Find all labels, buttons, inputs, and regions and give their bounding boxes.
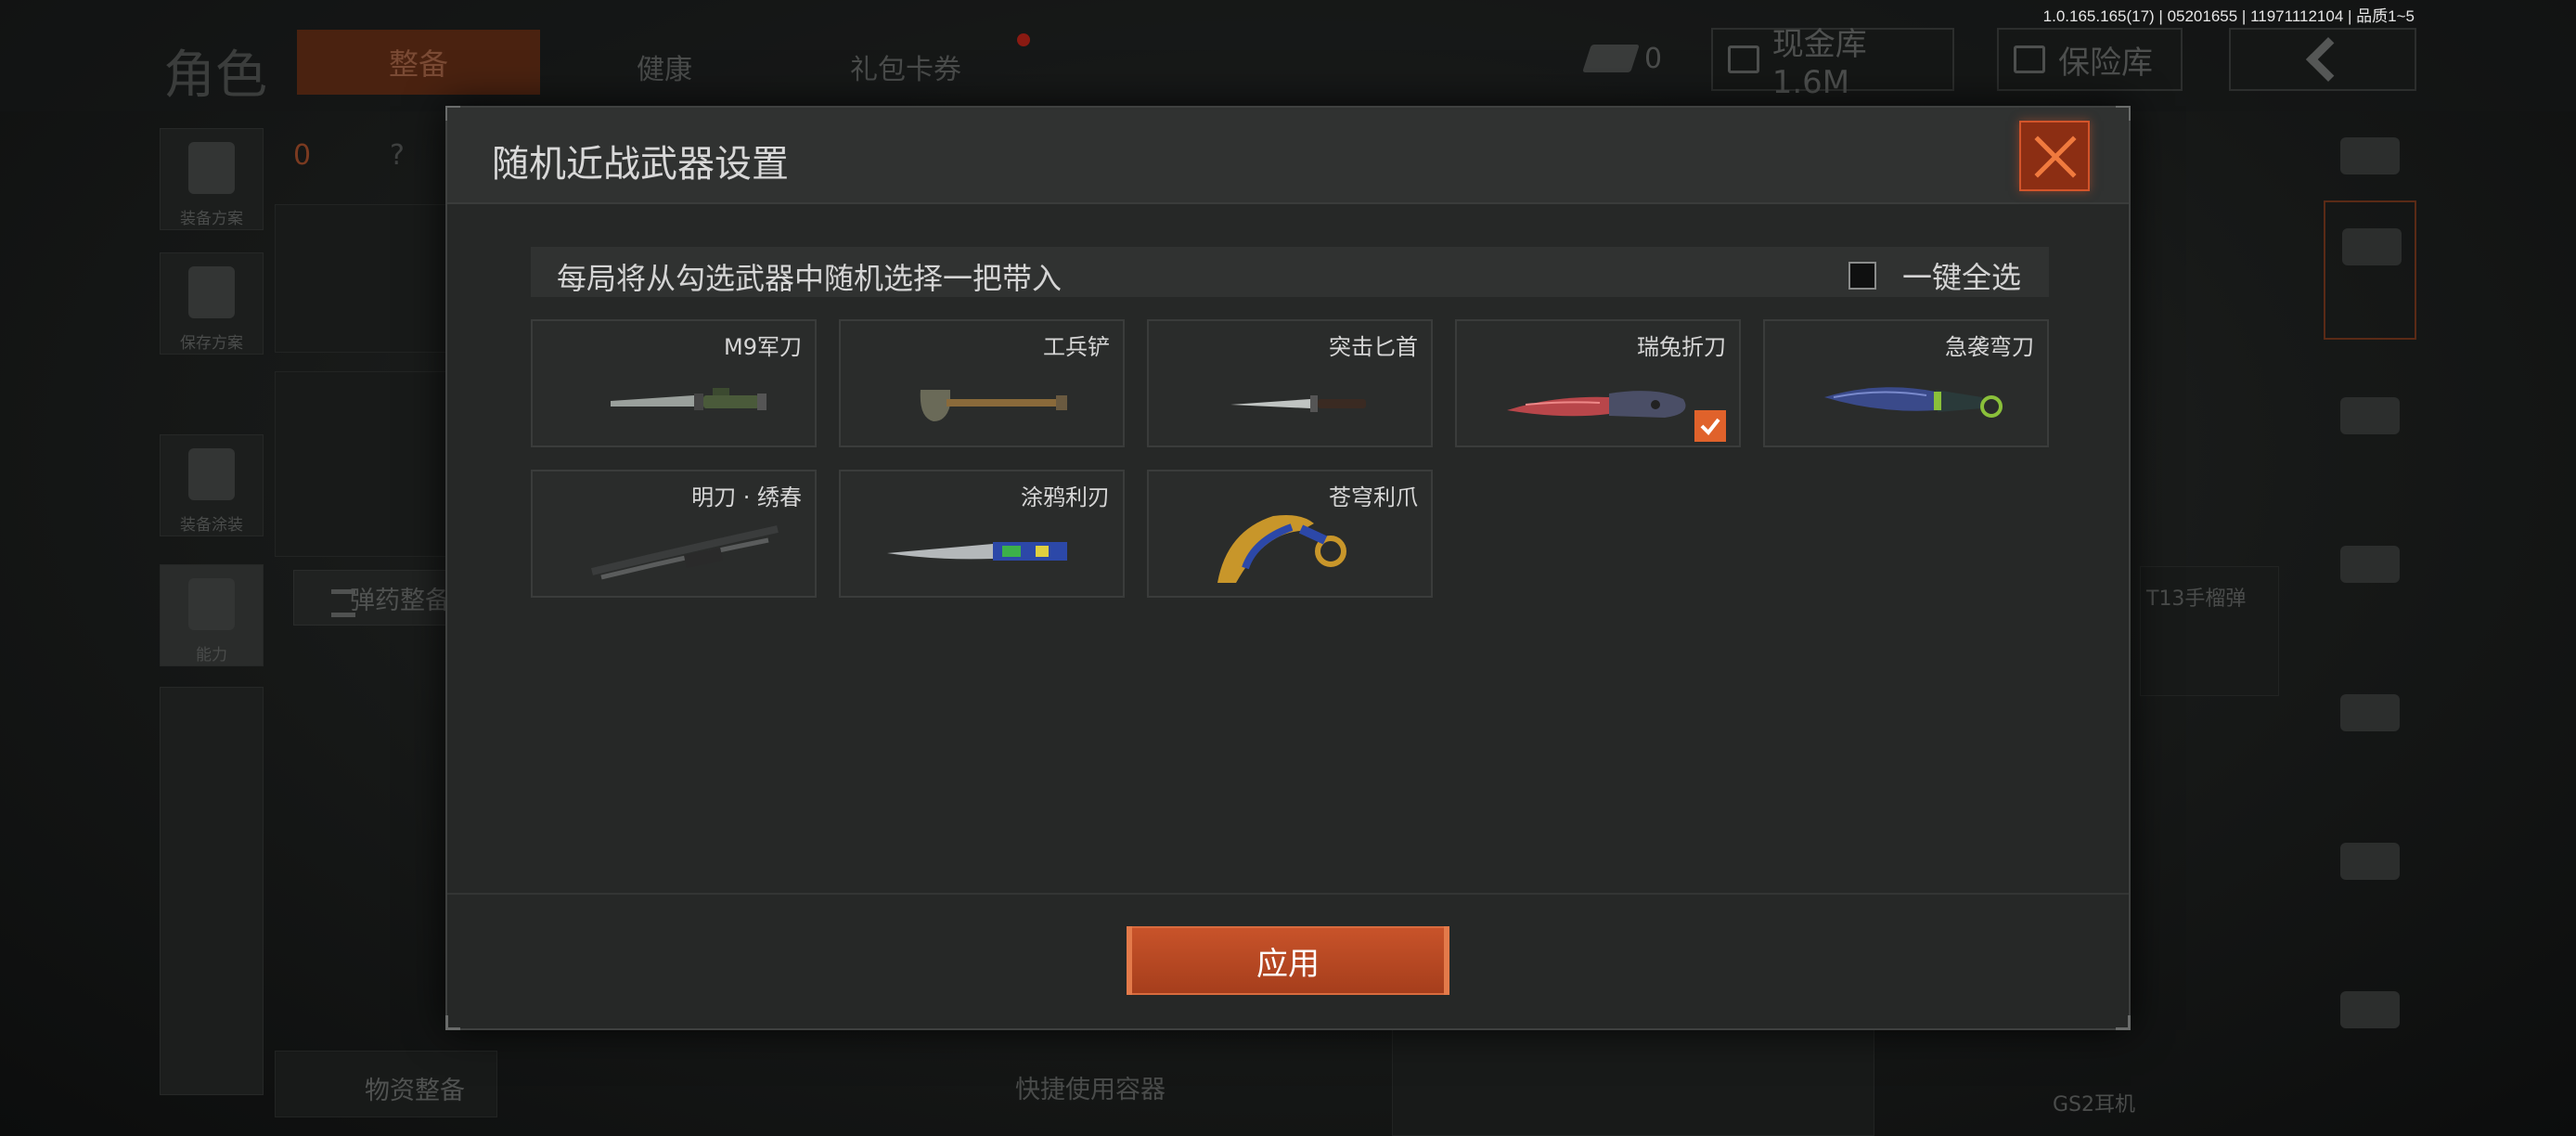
side-item-abilities[interactable]: 能力 (160, 564, 264, 666)
weapon-checked-badge[interactable] (1694, 410, 1726, 442)
chinese-sabre-icon (591, 525, 779, 580)
magazine-icon[interactable] (2324, 668, 2416, 761)
apply-button[interactable]: 应用 (1127, 926, 1449, 995)
side-item-label: 保存方案 (180, 334, 243, 353)
folding-knife-red-icon (1507, 391, 1686, 418)
weapon-card-ming-sabre[interactable]: 明刀 · 绣春 (531, 470, 817, 598)
soldier-icon (188, 448, 235, 500)
loadout-count: 0 (293, 139, 312, 172)
corner-decor (2116, 1015, 2131, 1030)
instruction-bar: 每局将从勾选武器中随机选择一把带入 一键全选 (531, 247, 2049, 297)
layers-icon[interactable] (2324, 111, 2416, 204)
karambit-claw-icon (1217, 515, 1346, 583)
back-button[interactable] (2229, 28, 2416, 91)
checkmark-icon (1700, 418, 1720, 436)
select-all-toggle[interactable]: 一键全选 (1848, 254, 2021, 297)
weapon-card-graffiti-blade[interactable]: 涂鸦利刃 (839, 470, 1125, 598)
quick-container-label: 快捷使用容器 (1015, 1076, 1166, 1104)
weapon-card-raid-curved[interactable]: 急袭弯刀 (1763, 319, 2049, 447)
random-melee-modal: 随机近战武器设置 每局将从勾选武器中随机选择一把带入 一键全选 M9军刀 工兵铲… (445, 106, 2131, 1030)
vest-icon (188, 142, 235, 194)
bg-slot (275, 204, 457, 353)
safe-icon (2014, 45, 2045, 73)
ammo-label: 弹药整备 (350, 586, 450, 615)
weapon-card-shovel[interactable]: 工兵铲 (839, 319, 1125, 447)
rifle-icon[interactable] (2324, 520, 2416, 613)
help-mark[interactable]: ? (390, 139, 405, 172)
side-empty (160, 687, 264, 1095)
grenade-slot[interactable]: T13手榴弹 (2140, 566, 2279, 696)
vault-icon (1728, 45, 1759, 73)
instruction-text: 每局将从勾选武器中随机选择一把带入 (557, 261, 1063, 296)
supplies-button[interactable]: 物资整备 (275, 1051, 497, 1117)
weapon-card-sky-claw[interactable]: 苍穹利爪 (1147, 470, 1433, 598)
side-item-label: 装备涂装 (180, 516, 243, 535)
tab-health[interactable]: 健康 (637, 46, 692, 87)
weapon-card-assault-dagger[interactable]: 突击匕首 (1147, 319, 1433, 447)
character-model (1392, 1021, 1874, 1136)
helmet-icon[interactable] (2324, 371, 2416, 464)
ammo-button[interactable]: 弹药整备 (293, 570, 460, 626)
safe-box-button[interactable]: 保险库 (1997, 28, 2183, 91)
weapon-card-rabbit-folding[interactable]: 瑞兔折刀 (1455, 319, 1741, 447)
cash-vault-label: 现金库 1.6M (1771, 25, 1867, 101)
select-all-checkbox[interactable] (1848, 262, 1876, 290)
side-item-skins[interactable]: 装备涂装 (160, 434, 264, 536)
weapon-card-m9[interactable]: M9军刀 (531, 319, 817, 447)
curved-knife-blue-icon (1824, 387, 2003, 418)
grenade-label: T13手榴弹 (2146, 587, 2247, 611)
dagger-icon (1230, 395, 1366, 412)
back-arrow-icon (2305, 36, 2351, 83)
close-icon (2034, 136, 2077, 178)
tab-gift-coupons[interactable]: 礼包卡券 (850, 46, 961, 87)
modal-title: 随机近战武器设置 (492, 143, 789, 186)
version-text: 1.0.165.165(17) | 05201655 | 11971112104… (2042, 7, 2415, 25)
select-all-label: 一键全选 (1901, 260, 2021, 295)
side-item-save-plan[interactable]: 保存方案 (160, 252, 264, 355)
corner-decor (445, 1015, 460, 1030)
modal-header: 随机近战武器设置 (447, 108, 2129, 204)
tab-active-right[interactable] (2324, 200, 2416, 340)
download-icon (188, 266, 235, 318)
headset-label: GS2耳机 (2053, 1093, 2136, 1117)
safe-box-label: 保险库 (2058, 44, 2153, 82)
footer-divider (447, 893, 2129, 895)
cash-vault-button[interactable]: 现金库 1.6M (1711, 26, 1954, 101)
supplies-label: 物资整备 (365, 1077, 465, 1105)
side-item-label: 装备方案 (180, 210, 243, 228)
page-title: 角色 (163, 45, 267, 106)
shovel-icon (920, 390, 1067, 421)
close-button[interactable] (2019, 121, 2090, 191)
grenade-icon[interactable] (2324, 817, 2416, 910)
currency-count: 0 (1644, 43, 1663, 75)
bg-slot (275, 371, 457, 557)
graffiti-blade-icon (887, 542, 1067, 561)
notification-dot (1017, 33, 1030, 46)
backpack-icon[interactable] (2324, 965, 2416, 1058)
side-item-loadout-plan[interactable]: 装备方案 (160, 128, 264, 230)
lightning-icon (188, 578, 235, 630)
bayonet-knife-icon (611, 388, 766, 410)
currency-icon (1582, 45, 1640, 72)
side-item-label: 能力 (196, 646, 227, 665)
tab-loadout[interactable]: 整备 (297, 30, 540, 95)
